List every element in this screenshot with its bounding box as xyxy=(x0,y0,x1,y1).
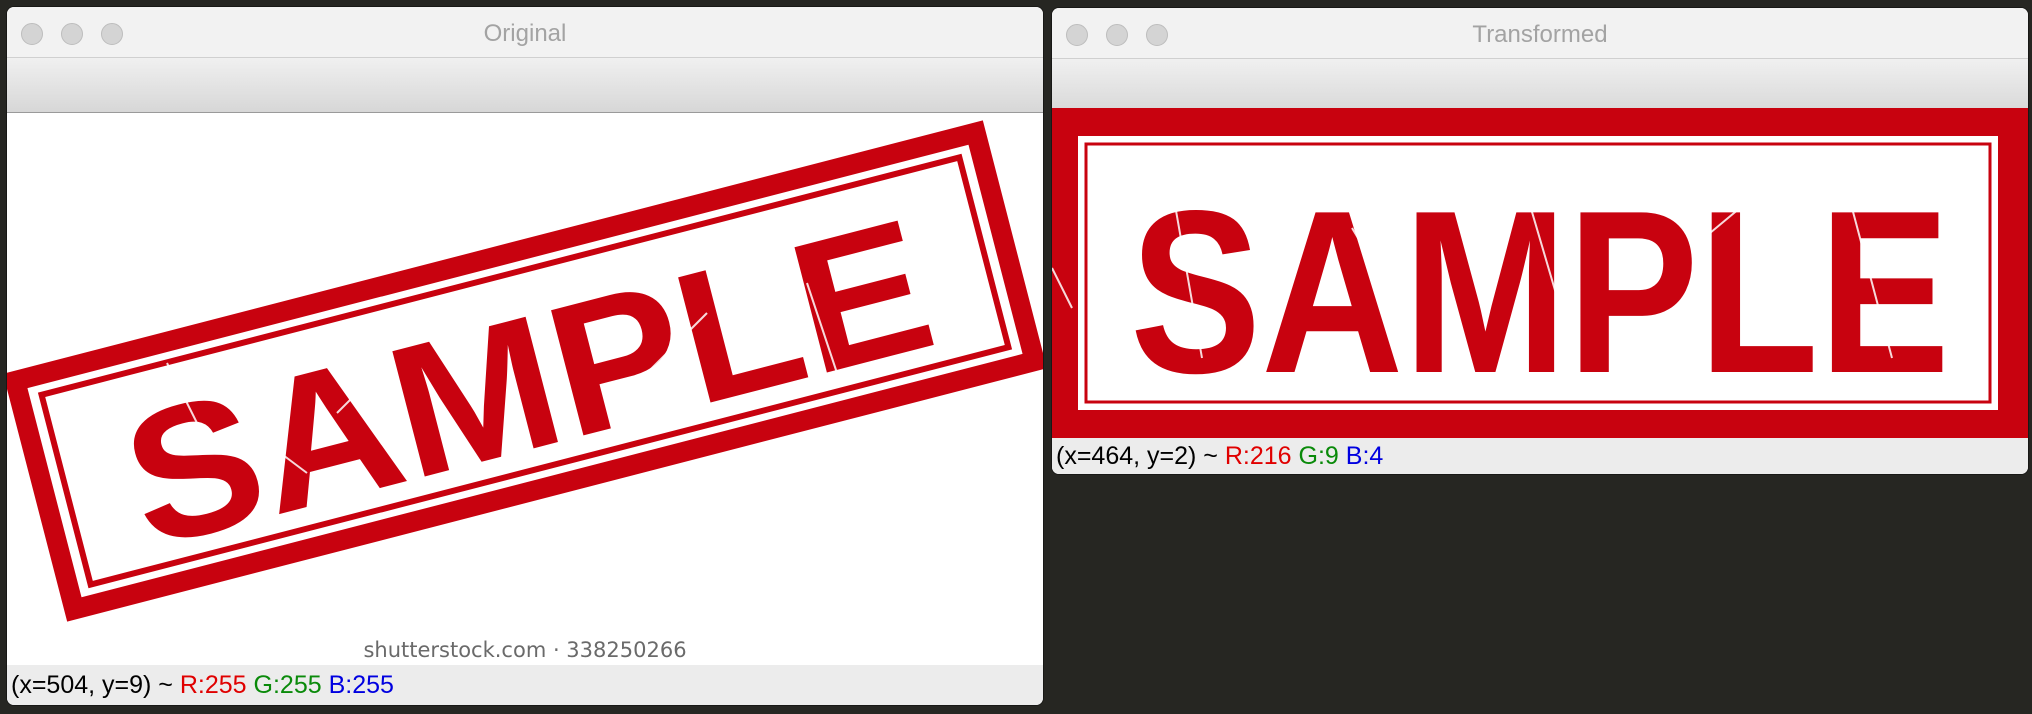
status-bar: (x=504, y=9) ~ R:255 G:255 B:255 xyxy=(7,665,1043,705)
image-canvas[interactable]: SAMPLE xyxy=(1052,108,2028,438)
status-bar: (x=464, y=2) ~ R:216 G:9 B:4 xyxy=(1052,438,2028,474)
green-value: G:255 xyxy=(253,671,322,699)
cursor-coords: (x=504, y=9) ~ xyxy=(11,671,180,699)
title-bar: Original xyxy=(7,7,1043,58)
toolbar xyxy=(7,58,1043,113)
blue-value: B:4 xyxy=(1345,442,1384,470)
image-canvas[interactable]: SAMPLE shutterstock.com · 338250266 xyxy=(7,113,1043,665)
window-title: Original xyxy=(483,20,567,47)
title-bar: Transformed xyxy=(1052,8,2028,59)
window-title: Transformed xyxy=(1472,21,1608,48)
transformed-window: Transformed SAMPLE (x=464, y=2) ~ R:216 … xyxy=(1052,8,2028,474)
red-value: R:216 xyxy=(1224,442,1292,470)
cursor-coords: (x=464, y=2) ~ xyxy=(1056,442,1225,470)
blue-value: B:255 xyxy=(328,671,394,699)
stamp-image: SAMPLE xyxy=(1052,108,2028,438)
stamp-text: SAMPLE xyxy=(1130,163,1950,422)
watermark: shutterstock.com · 338250266 xyxy=(363,638,686,662)
green-value: G:9 xyxy=(1298,442,1339,470)
red-value: R:255 xyxy=(179,671,247,699)
stamp-image: SAMPLE shutterstock.com · 338250266 xyxy=(7,120,1043,662)
original-window: Original SAMPLE shutterstock.com · 33825… xyxy=(7,7,1043,705)
